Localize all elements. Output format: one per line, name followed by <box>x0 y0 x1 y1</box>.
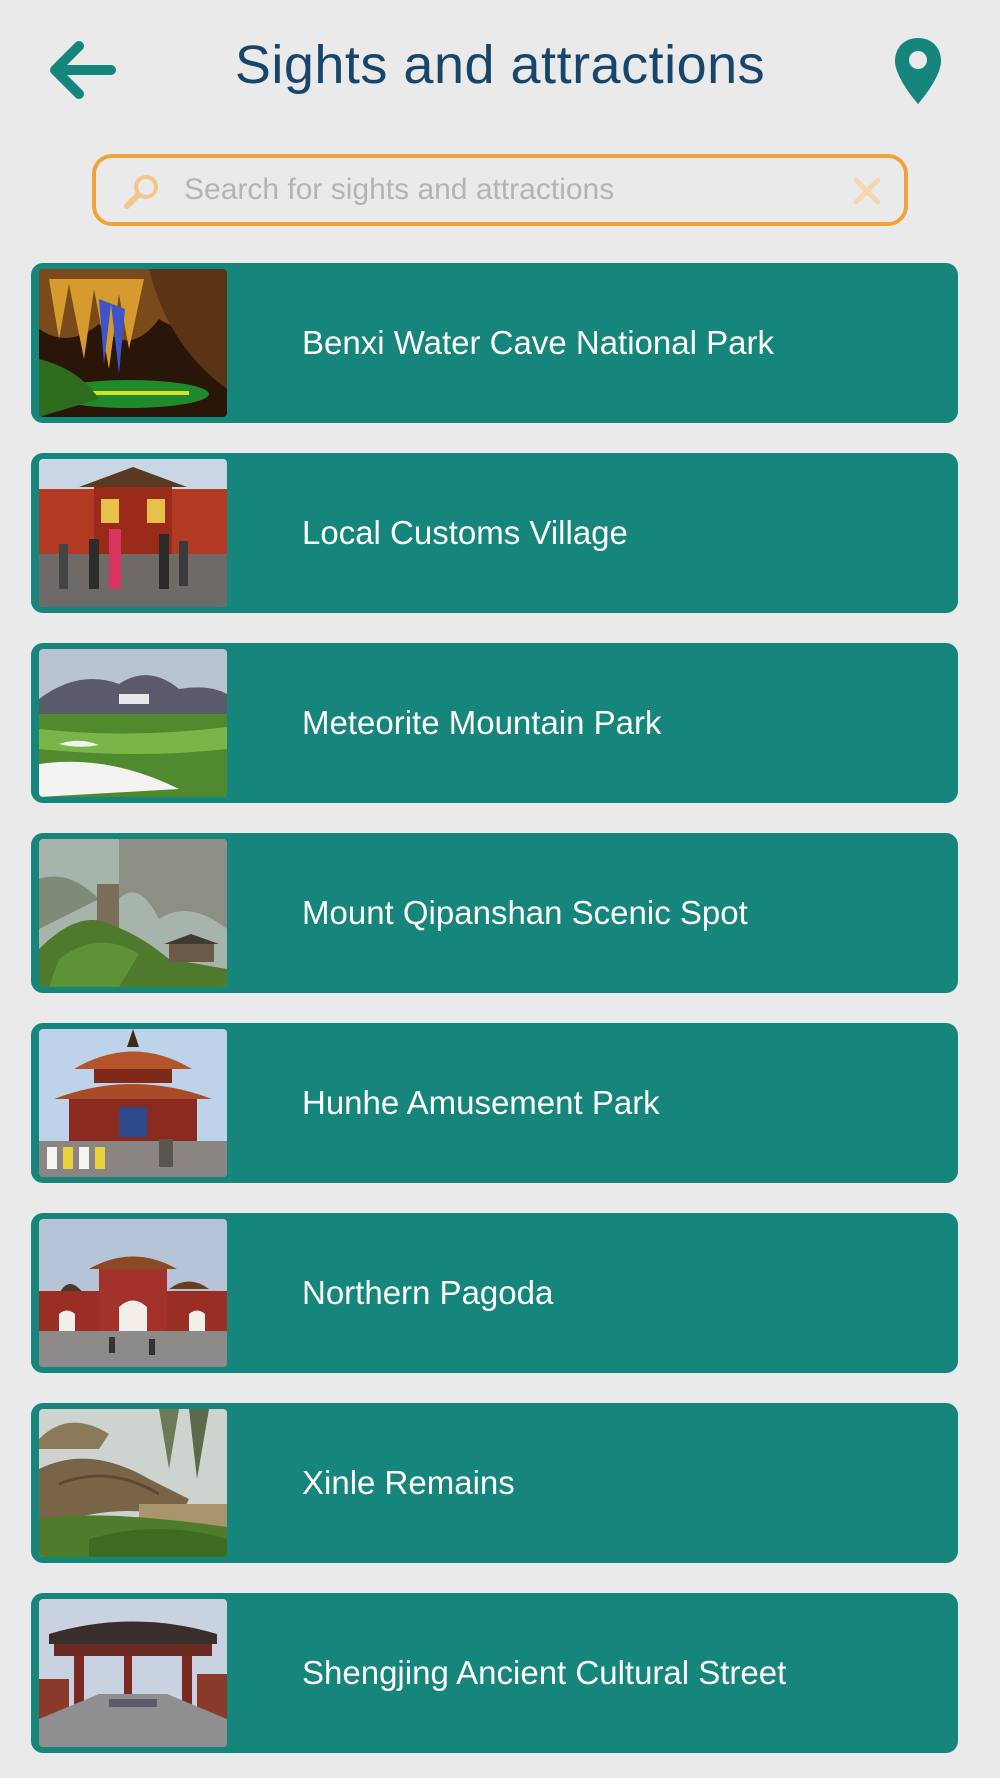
search-input[interactable] <box>184 166 834 214</box>
thumbnail-image <box>39 839 227 987</box>
item-label: Benxi Water Cave National Park <box>302 324 774 361</box>
arrow-left-icon <box>50 41 116 99</box>
list-item[interactable]: Northern Pagoda <box>31 1213 958 1373</box>
map-button[interactable] <box>890 34 946 108</box>
close-icon[interactable] <box>852 176 882 206</box>
item-label: Meteorite Mountain Park <box>302 704 662 741</box>
thumbnail-image <box>39 459 227 607</box>
thumbnail-image <box>39 1599 227 1747</box>
list-item[interactable]: Local Customs Village <box>31 453 958 613</box>
back-button[interactable] <box>44 36 120 104</box>
search-bar <box>92 154 908 226</box>
item-label: Local Customs Village <box>302 514 628 551</box>
list-item[interactable]: Mount Qipanshan Scenic Spot <box>31 833 958 993</box>
list-item[interactable]: Shengjing Ancient Cultural Street <box>31 1593 958 1753</box>
list-item[interactable]: Xinle Remains <box>31 1403 958 1563</box>
thumbnail-image <box>39 1409 227 1557</box>
thumbnail-image <box>39 269 227 417</box>
map-pin-icon <box>895 38 941 104</box>
item-label: Northern Pagoda <box>302 1274 554 1311</box>
thumbnail-image <box>39 1219 227 1367</box>
attractions-list: Benxi Water Cave National Park Local Cus… <box>31 263 958 1778</box>
thumbnail-image <box>39 649 227 797</box>
magnifier-icon <box>124 175 158 209</box>
app-screen: Sights and attractions Search for sights… <box>0 0 1000 1778</box>
list-item[interactable]: Hunhe Amusement Park <box>31 1023 958 1183</box>
list-item[interactable]: Meteorite Mountain Park <box>31 643 958 803</box>
list-item[interactable]: Benxi Water Cave National Park <box>31 263 958 423</box>
item-label: Hunhe Amusement Park <box>302 1084 660 1121</box>
item-label: Mount Qipanshan Scenic Spot <box>302 894 748 931</box>
header-bar: Sights and attractions <box>0 0 1000 140</box>
item-label: Shengjing Ancient Cultural Street <box>302 1654 787 1691</box>
item-label: Xinle Remains <box>302 1464 515 1501</box>
page-title: Sights and attractions <box>234 35 766 95</box>
thumbnail-image <box>39 1029 227 1177</box>
